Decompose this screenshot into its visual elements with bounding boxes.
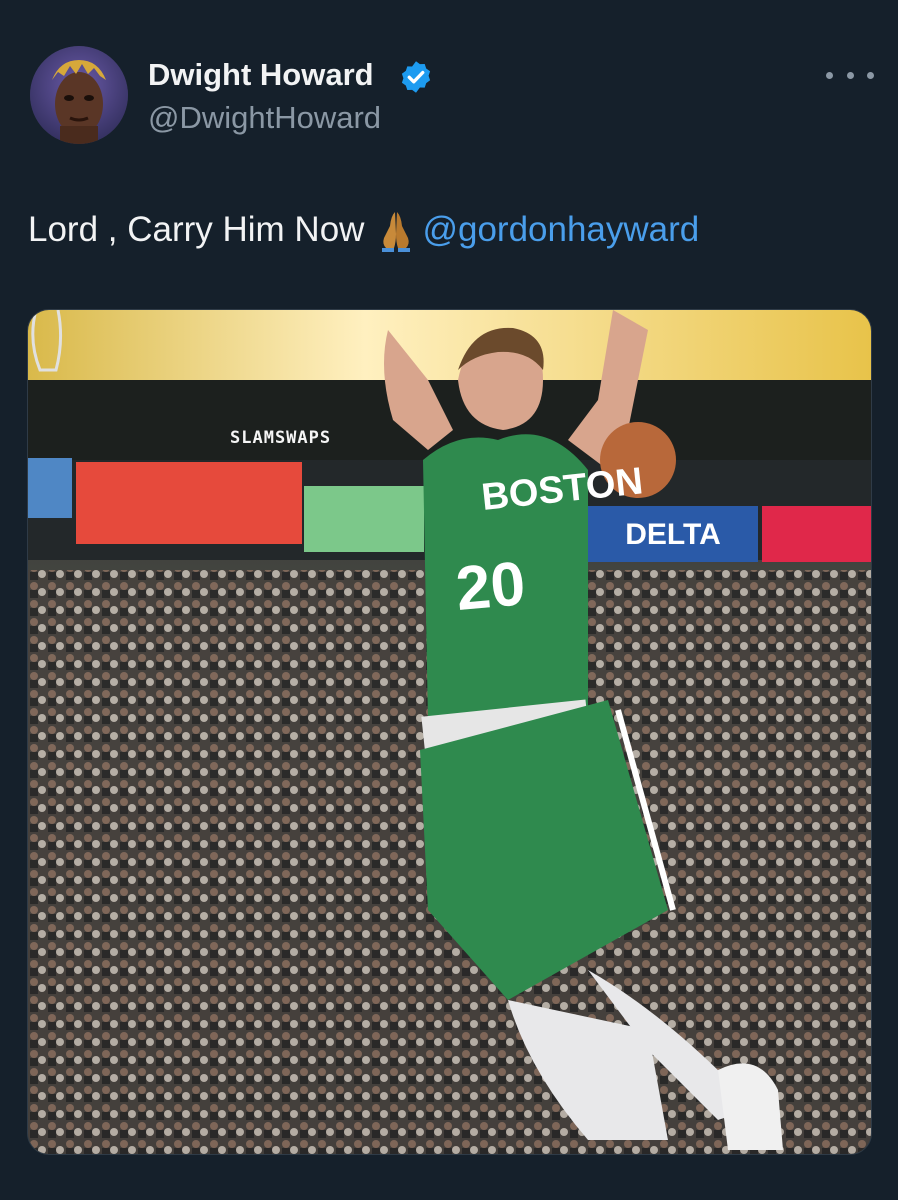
svg-text:20: 20 [453, 549, 528, 624]
photo-scene: DELTA BOSTON 20 [28, 310, 871, 1154]
mention-link[interactable]: @gordonhayward [422, 210, 699, 250]
avatar[interactable] [30, 46, 128, 144]
tweet-text: Lord , Carry Him Now @gordonhayward [28, 208, 699, 252]
display-name[interactable]: Dwight Howard [148, 57, 374, 93]
author-handle[interactable]: @DwightHoward [148, 100, 381, 136]
more-options-icon[interactable] [826, 60, 874, 90]
tweet-header: Dwight Howard @DwightHoward [0, 0, 898, 170]
svg-text:DELTA: DELTA [625, 518, 721, 551]
verified-badge-icon [401, 61, 431, 93]
tweet-photo[interactable]: DELTA BOSTON 20 SLAMSWAPS [27, 309, 872, 1155]
photo-watermark: SLAMSWAPS [230, 428, 332, 448]
folded-hands-icon [382, 212, 411, 252]
tweet-body: Lord , Carry Him Now [28, 210, 365, 249]
